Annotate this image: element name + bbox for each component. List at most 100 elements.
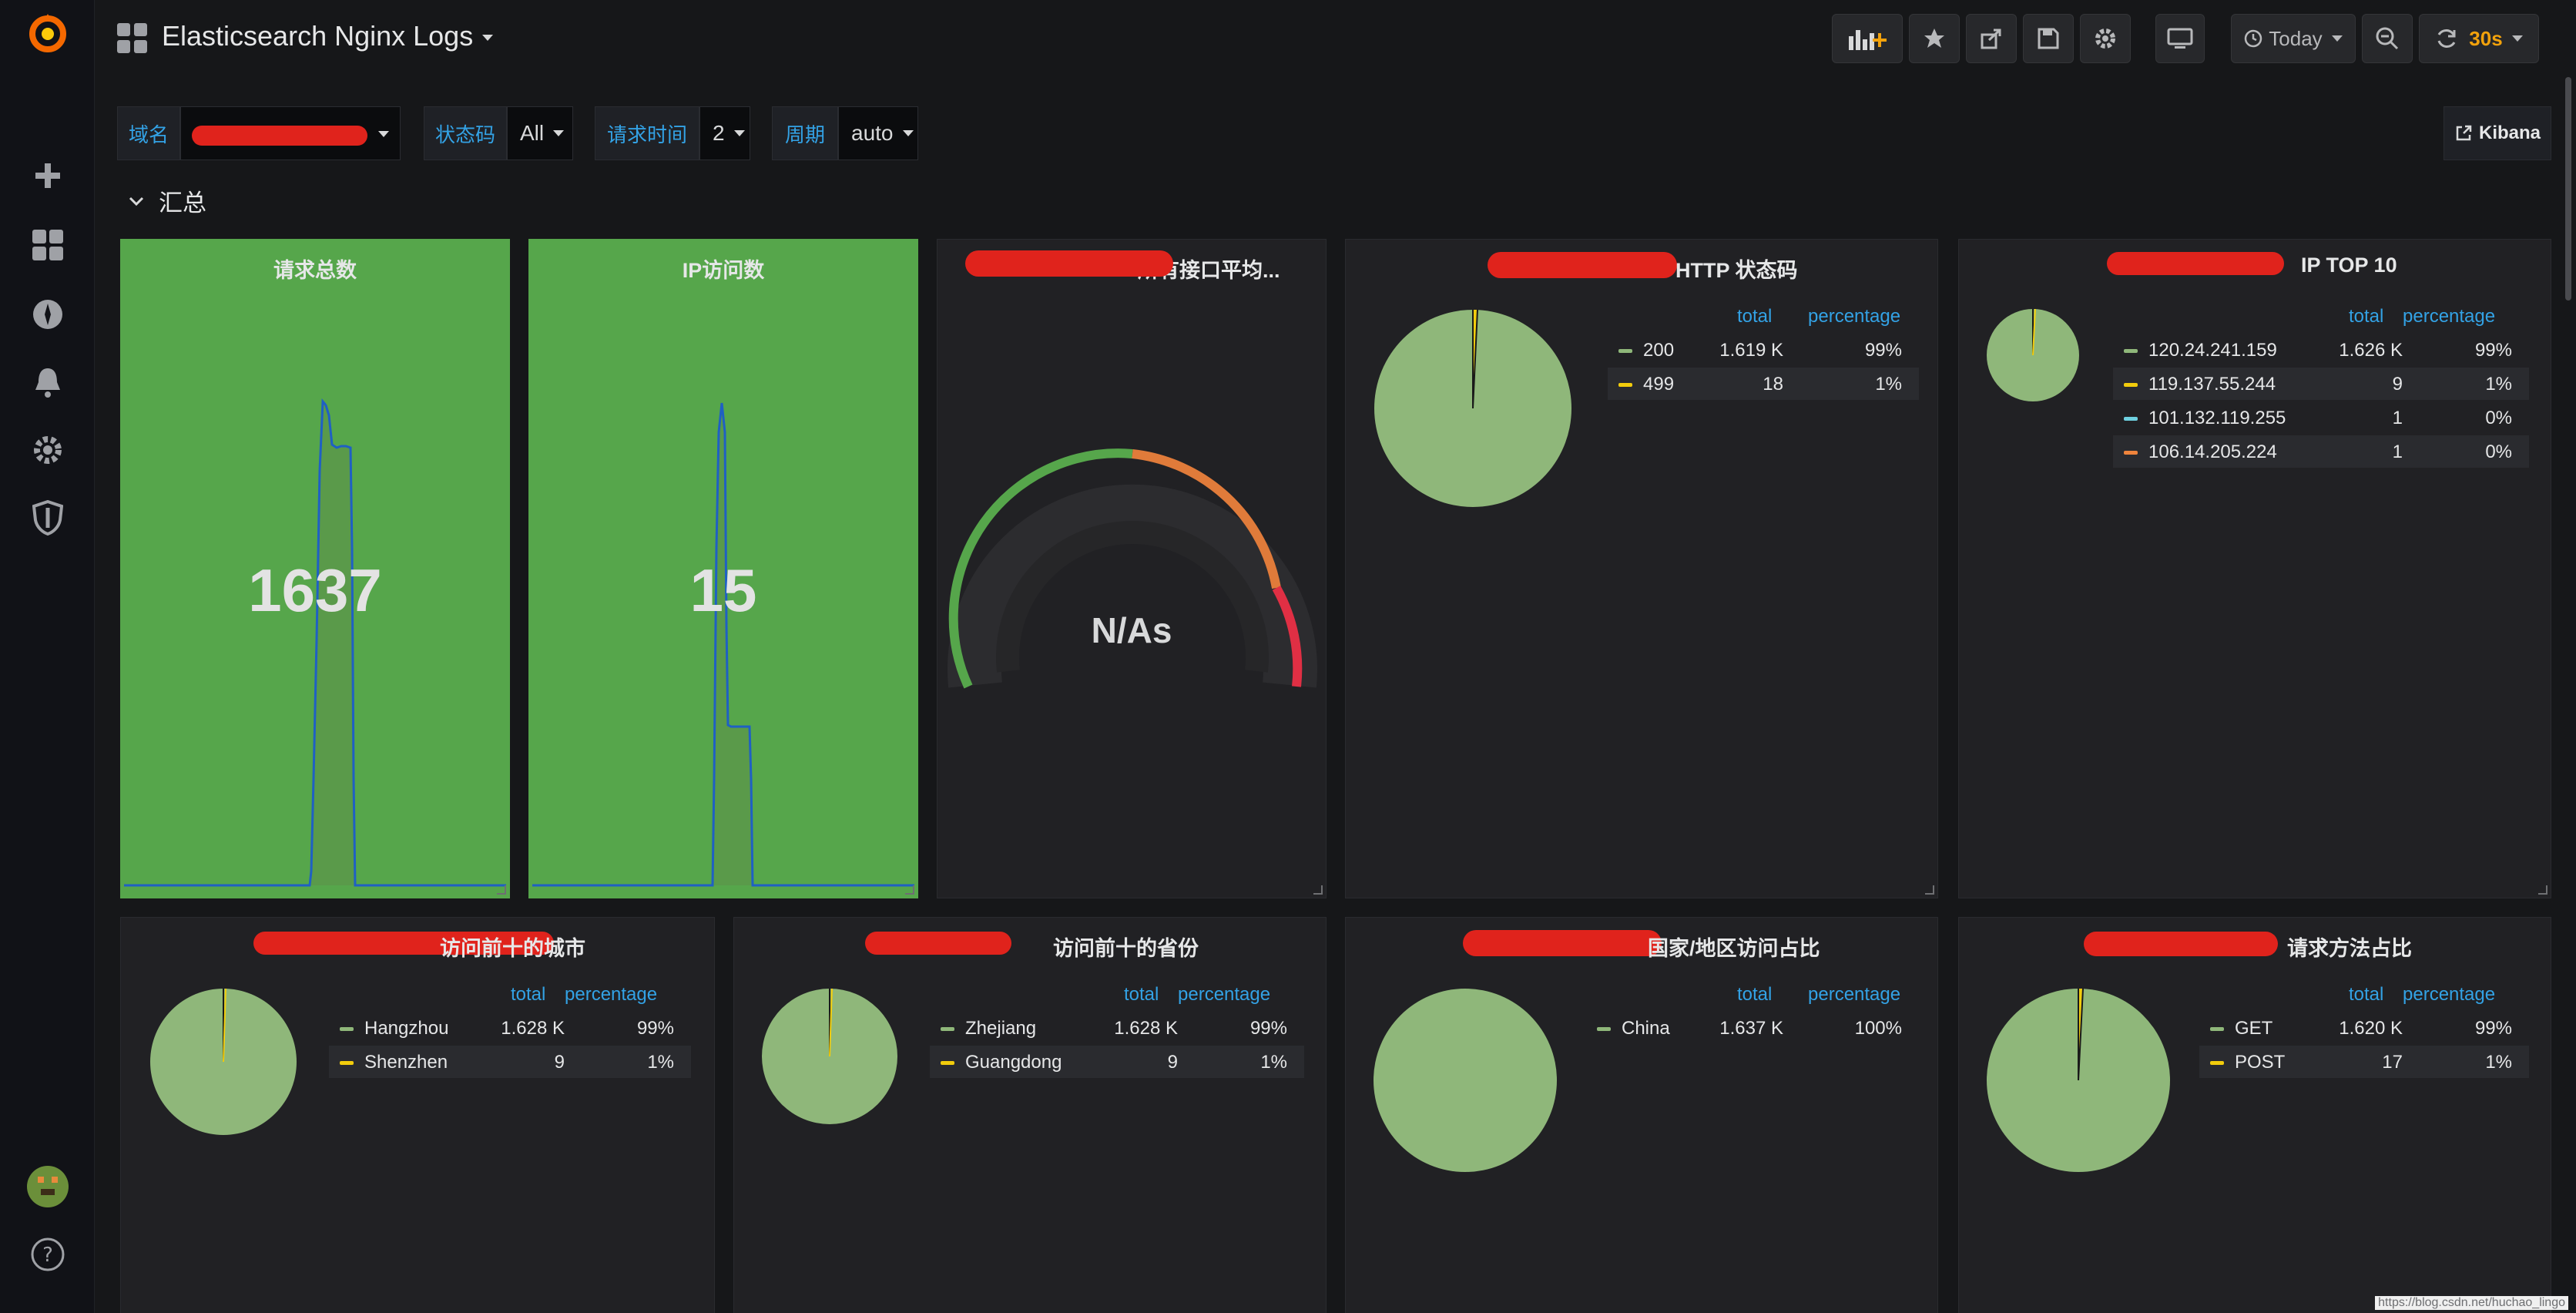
stat-value: 15 — [689, 556, 757, 624]
legend-percentage: 1% — [1875, 374, 1902, 395]
legend-header-percentage: percentage — [1808, 984, 1901, 1005]
variable-label-status: 状态码 — [424, 106, 507, 160]
chevron-down-icon — [129, 196, 144, 206]
legend-percentage: 99% — [2474, 1018, 2512, 1039]
legend-total: 18 — [1763, 374, 1783, 395]
stat-panel-ip-count[interactable]: IP访问数 15 — [528, 239, 918, 898]
grafana-logo-icon[interactable] — [23, 9, 72, 59]
legend-header-total: total — [2349, 306, 2384, 327]
legend-percentage: 100% — [1854, 1018, 1902, 1039]
chevron-down-icon — [378, 131, 389, 137]
legend-row[interactable]: 119.137.55.244 9 1% — [2113, 368, 2529, 400]
variable-value-request-time: 2 — [713, 121, 725, 145]
svg-text:?: ? — [42, 1244, 53, 1267]
legend-total: 1.637 K — [1719, 1018, 1783, 1039]
star-button[interactable] — [1909, 14, 1960, 63]
legend-row[interactable]: POST 17 1% — [2199, 1046, 2529, 1078]
legend-row[interactable]: China 1.637 K 100% — [1586, 1012, 1919, 1044]
refresh-picker-button[interactable]: 30s — [2419, 14, 2539, 63]
legend-name: Shenzhen — [364, 1052, 448, 1073]
bell-icon[interactable] — [23, 358, 72, 407]
help-icon[interactable]: ? — [23, 1230, 72, 1279]
variable-select-period[interactable]: auto — [838, 106, 918, 160]
legend-row[interactable]: 200 1.619 K 99% — [1608, 334, 1919, 366]
resize-handle[interactable] — [497, 885, 506, 895]
pie-chart — [1374, 309, 1571, 507]
panel-title: 访问前十的城市 — [440, 937, 585, 960]
legend-header-percentage: percentage — [2403, 984, 2496, 1005]
pie-panel-top-cities[interactable]: 访问前十的城市 total percentage Hangzhou 1.628 … — [120, 917, 715, 1313]
legend-header-percentage: percentage — [2403, 306, 2496, 327]
legend-swatch — [941, 1027, 954, 1031]
chevron-down-icon — [553, 130, 565, 136]
legend-total: 17 — [2382, 1052, 2403, 1073]
watermark: https://blog.csdn.net/huchao_lingo — [2375, 1296, 2568, 1310]
pie-panel-request-methods[interactable]: 请求方法占比 total percentage GET 1.620 K 99% … — [1958, 917, 2551, 1313]
legend-row[interactable]: 106.14.205.224 1 0% — [2113, 435, 2529, 468]
shield-icon[interactable] — [23, 493, 72, 542]
redaction-mark — [1488, 252, 1677, 278]
legend-name: 101.132.119.255 — [2148, 408, 2286, 428]
gear-icon — [2095, 29, 2115, 49]
legend-swatch — [1618, 349, 1632, 353]
add-panel-icon — [1849, 30, 1887, 50]
resize-handle[interactable] — [1925, 885, 1934, 895]
legend-row[interactable]: Zhejiang 1.628 K 99% — [930, 1012, 1304, 1044]
legend-row[interactable]: GET 1.620 K 99% — [2199, 1012, 2529, 1044]
legend-total: 1 — [2392, 442, 2403, 462]
legend-name: 119.137.55.244 — [2148, 374, 2276, 395]
resize-handle[interactable] — [905, 885, 914, 895]
legend-row[interactable]: 101.132.119.255 1 0% — [2113, 401, 2529, 434]
gear-icon[interactable] — [23, 425, 72, 475]
dashboard-title[interactable]: Elasticsearch Nginx Logs — [162, 20, 494, 52]
pie-panel-ip-top10[interactable]: IP TOP 10 total percentage 120.24.241.15… — [1958, 239, 2551, 898]
legend-row[interactable]: 120.24.241.159 1.626 K 99% — [2113, 334, 2529, 366]
legend-swatch — [2210, 1061, 2224, 1065]
panel-title: 访问前十的省份 — [1053, 937, 1199, 960]
legend-percentage: 1% — [2485, 1052, 2512, 1073]
gauge-panel-avg-latency[interactable]: 所有接口平均... N/As — [937, 239, 1327, 898]
row-toggle[interactable]: 汇总 — [128, 183, 206, 218]
resize-handle[interactable] — [2538, 885, 2547, 895]
save-button[interactable] — [2023, 14, 2074, 63]
kibana-link[interactable]: Kibana — [2444, 106, 2551, 160]
legend-name: 120.24.241.159 — [2148, 340, 2277, 361]
time-picker-button[interactable]: Today — [2231, 14, 2356, 63]
avatar[interactable] — [23, 1162, 72, 1211]
legend-row[interactable]: Guangdong 9 1% — [930, 1046, 1304, 1078]
legend-header-percentage: percentage — [565, 984, 658, 1005]
dashboards-icon[interactable] — [23, 220, 72, 270]
pie-panel-http-status[interactable]: HTTP 状态码 total percentage 200 1.619 K 99… — [1345, 239, 1938, 898]
plus-icon[interactable] — [23, 151, 72, 200]
chevron-down-icon — [2511, 35, 2523, 42]
scrollbar-thumb[interactable] — [2565, 77, 2571, 301]
legend-total: 1.619 K — [1719, 340, 1783, 361]
explore-icon[interactable] — [23, 290, 72, 339]
legend-header-total: total — [511, 984, 546, 1005]
gauge-chart — [948, 448, 1317, 689]
pie-chart — [762, 988, 897, 1124]
settings-button[interactable] — [2080, 14, 2131, 63]
variable-select-domain[interactable] — [180, 106, 401, 160]
legend-row[interactable]: Hangzhou 1.628 K 99% — [329, 1012, 691, 1044]
tv-mode-button[interactable] — [2155, 14, 2205, 63]
kibana-link-label: Kibana — [2478, 123, 2541, 143]
legend-row[interactable]: 499 18 1% — [1608, 368, 1919, 400]
resize-handle[interactable] — [1313, 885, 1323, 895]
zoom-out-button[interactable] — [2362, 14, 2413, 63]
share-button[interactable] — [1966, 14, 2017, 63]
variable-select-request-time[interactable]: 2 — [699, 106, 750, 160]
stat-panel-total-requests[interactable]: 请求总数 1637 — [120, 239, 510, 898]
legend-swatch — [340, 1061, 354, 1065]
chevron-down-icon — [2331, 35, 2343, 42]
legend-row[interactable]: Shenzhen 9 1% — [329, 1046, 691, 1078]
pie-panel-top-provinces[interactable]: 访问前十的省份 total percentage Zhejiang 1.628 … — [733, 917, 1327, 1313]
add-panel-button[interactable] — [1832, 14, 1903, 63]
legend-header-total: total — [1737, 984, 1773, 1005]
legend-header-total: total — [1737, 306, 1773, 327]
legend-name: 106.14.205.224 — [2148, 442, 2277, 462]
variable-select-status[interactable]: All — [507, 106, 573, 160]
pie-panel-country-share[interactable]: 国家/地区访问占比 total percentage China 1.637 K… — [1345, 917, 1938, 1313]
legend-total: 1.620 K — [2339, 1018, 2403, 1039]
legend-total: 1 — [2392, 408, 2403, 428]
